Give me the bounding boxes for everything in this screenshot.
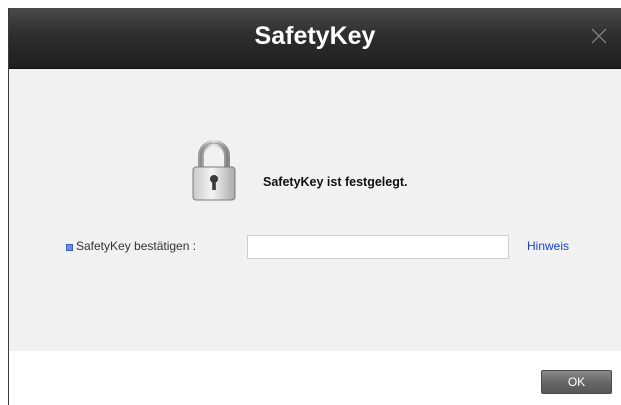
close-icon[interactable]: [587, 24, 611, 48]
status-message: SafetyKey ist festgelegt.: [263, 175, 408, 189]
dialog-title: SafetyKey: [254, 22, 376, 50]
content-area: SafetyKey ist festgelegt. SafetyKey best…: [9, 69, 621, 352]
confirm-key-input[interactable]: [247, 235, 509, 259]
ok-button[interactable]: OK: [541, 370, 612, 394]
confirm-key-label: SafetyKey bestätigen :: [76, 239, 197, 253]
title-bar: SafetyKey: [9, 8, 621, 69]
safetykey-dialog: SafetyKey SafetyKey ist festgelegt. Safe…: [8, 8, 621, 405]
footer: OK: [9, 351, 621, 405]
lock-icon: [191, 140, 237, 202]
hint-link[interactable]: Hinweis: [527, 239, 569, 253]
bullet-icon: [66, 244, 73, 251]
